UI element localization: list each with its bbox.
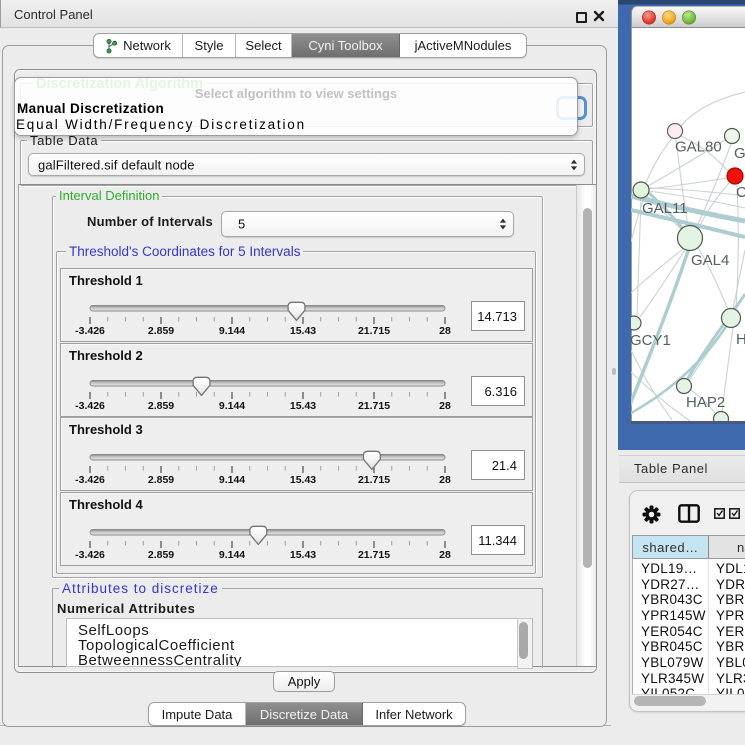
svg-text:CY: CY <box>736 184 745 201</box>
svg-text:2.859: 2.859 <box>148 549 174 561</box>
svg-text:21.715: 21.715 <box>358 549 390 561</box>
svg-text:H: H <box>736 331 745 348</box>
svg-text:GA: GA <box>734 145 745 162</box>
svg-text:28: 28 <box>439 325 451 337</box>
svg-text:GAL11: GAL11 <box>642 200 688 217</box>
svg-text:28: 28 <box>439 474 451 486</box>
svg-text:21.715: 21.715 <box>358 400 390 412</box>
svg-text:2.859: 2.859 <box>148 474 174 486</box>
svg-text:GAL4: GAL4 <box>691 252 729 269</box>
svg-text:15.43: 15.43 <box>290 325 316 337</box>
svg-text:15.43: 15.43 <box>290 549 316 561</box>
svg-text:28: 28 <box>439 549 451 561</box>
svg-text:21.715: 21.715 <box>358 325 390 337</box>
svg-text:28: 28 <box>439 400 451 412</box>
svg-text:15.43: 15.43 <box>290 400 316 412</box>
svg-text:9.144: 9.144 <box>219 549 245 561</box>
svg-text:-3.426: -3.426 <box>75 549 105 561</box>
svg-text:9.144: 9.144 <box>219 474 245 486</box>
svg-text:2.859: 2.859 <box>148 400 174 412</box>
svg-text:HAP2: HAP2 <box>686 394 725 411</box>
svg-text:-3.426: -3.426 <box>75 400 105 412</box>
svg-text:15.43: 15.43 <box>290 474 316 486</box>
svg-text:GAL80: GAL80 <box>675 139 722 156</box>
svg-text:21.715: 21.715 <box>358 474 390 486</box>
svg-text:9.144: 9.144 <box>219 325 245 337</box>
svg-text:9.144: 9.144 <box>219 400 245 412</box>
svg-text:2.859: 2.859 <box>148 325 174 337</box>
svg-text:-3.426: -3.426 <box>75 474 105 486</box>
svg-text:-3.426: -3.426 <box>75 325 105 337</box>
svg-text:GCY1: GCY1 <box>631 332 671 349</box>
